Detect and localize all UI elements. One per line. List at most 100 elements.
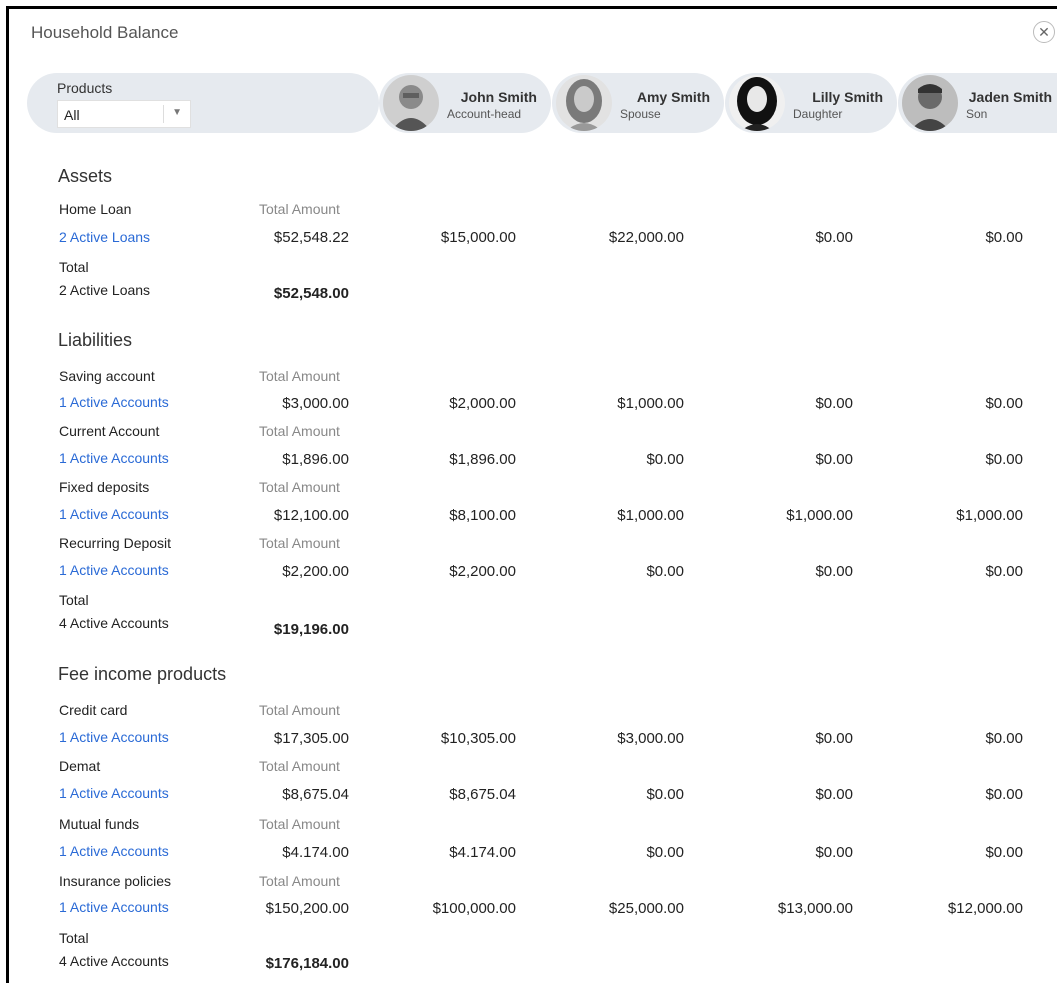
total-amount-value: $4.174.00 xyxy=(282,844,349,861)
member-amount: $0.00 xyxy=(985,786,1023,803)
total-amount-value: $17,305.00 xyxy=(273,730,349,747)
member-amount: $8,675.04 xyxy=(449,786,516,803)
member-amount: $13,000.00 xyxy=(777,900,853,917)
household-balance-dialog: Household Balance ✕ Products All ▼ John … xyxy=(6,6,1057,983)
member-amount: $0.00 xyxy=(815,844,853,861)
member-amount: $0.00 xyxy=(815,395,853,412)
avatar xyxy=(729,75,785,131)
member-amount: $0.00 xyxy=(815,229,853,246)
member-amy-smith[interactable]: Amy Smith Spouse xyxy=(552,73,724,133)
member-amount: $0.00 xyxy=(815,451,853,468)
total-amount-label: Total Amount xyxy=(259,201,340,217)
total-amount-value: $52,548.22 xyxy=(273,229,349,246)
member-amount: $100,000.00 xyxy=(432,900,516,917)
member-role: Spouse xyxy=(620,107,661,121)
member-amount: $10,305.00 xyxy=(440,730,516,747)
member-amount: $1,896.00 xyxy=(449,451,516,468)
member-amount: $3,000.00 xyxy=(617,730,684,747)
member-amount: $0.00 xyxy=(985,563,1023,580)
products-select-value: All xyxy=(64,107,80,123)
total-count: 4 Active Accounts xyxy=(59,953,169,969)
products-filter: Products All ▼ xyxy=(27,73,379,133)
active-accounts-link[interactable]: 1 Active Accounts xyxy=(59,785,169,801)
member-amount: $0.00 xyxy=(815,786,853,803)
total-amount-label: Total Amount xyxy=(259,535,340,551)
total-amount-label: Total Amount xyxy=(259,423,340,439)
member-amount: $15,000.00 xyxy=(440,229,516,246)
section-title-fee-income-products: Fee income products xyxy=(58,664,227,684)
member-name: Jaden Smith xyxy=(968,89,1052,105)
member-name: Amy Smith xyxy=(636,89,710,105)
total-amount-label: Total Amount xyxy=(259,873,340,889)
total-amount-value: $12,100.00 xyxy=(273,507,349,524)
chevron-down-icon[interactable]: ▼ xyxy=(172,107,182,118)
active-accounts-link[interactable]: 1 Active Accounts xyxy=(59,729,169,745)
active-accounts-link[interactable]: 1 Active Accounts xyxy=(59,506,169,522)
member-amount: $1,000.00 xyxy=(617,507,684,524)
active-accounts-link[interactable]: 1 Active Accounts xyxy=(59,450,169,466)
product-label: Recurring Deposit xyxy=(59,535,172,551)
total-amount-value: $8,675.04 xyxy=(282,786,349,803)
member-amount: $0.00 xyxy=(646,451,684,468)
member-amount: $0.00 xyxy=(646,563,684,580)
member-amount: $0.00 xyxy=(985,229,1023,246)
product-label: Current Account xyxy=(59,423,160,439)
total-amount-label: Total Amount xyxy=(259,702,340,718)
member-amount: $22,000.00 xyxy=(608,229,684,246)
section-total-value: $19,196.00 xyxy=(273,621,349,638)
total-count: 4 Active Accounts xyxy=(59,615,169,631)
select-divider xyxy=(163,105,164,123)
avatar xyxy=(902,75,958,131)
member-amount: $8,100.00 xyxy=(449,507,516,524)
member-amount: $0.00 xyxy=(646,786,684,803)
member-amount: $25,000.00 xyxy=(608,900,684,917)
products-select[interactable]: All ▼ xyxy=(57,100,191,128)
total-label: Total xyxy=(59,259,89,275)
member-amount: $4.174.00 xyxy=(449,844,516,861)
member-name: John Smith xyxy=(460,89,537,105)
products-label: Products xyxy=(57,80,113,96)
member-name: Lilly Smith xyxy=(812,89,883,105)
total-amount-value: $2,200.00 xyxy=(282,563,349,580)
member-amount: $1,000.00 xyxy=(956,507,1023,524)
total-count: 2 Active Loans xyxy=(59,282,151,298)
member-amount: $0.00 xyxy=(815,730,853,747)
active-accounts-link[interactable]: 1 Active Accounts xyxy=(59,394,169,410)
active-accounts-link[interactable]: 2 Active Loans xyxy=(59,229,150,245)
member-role: Son xyxy=(966,107,988,121)
member-amount: $2,200.00 xyxy=(449,563,516,580)
total-amount-value: $1,896.00 xyxy=(282,451,349,468)
total-amount-value: $150,200.00 xyxy=(265,900,349,917)
avatar xyxy=(556,75,612,131)
member-role: Account-head xyxy=(447,107,522,121)
member-amount: $1,000.00 xyxy=(617,395,684,412)
member-lilly-smith[interactable]: Lilly Smith Daughter xyxy=(725,73,897,133)
member-amount: $2,000.00 xyxy=(449,395,516,412)
member-amount: $12,000.00 xyxy=(947,900,1023,917)
active-accounts-link[interactable]: 1 Active Accounts xyxy=(59,899,169,915)
product-label: Insurance policies xyxy=(59,873,172,889)
total-amount-label: Total Amount xyxy=(259,816,340,832)
total-amount-label: Total Amount xyxy=(259,758,340,774)
product-label: Home Loan xyxy=(59,201,132,217)
member-amount: $0.00 xyxy=(815,563,853,580)
total-label: Total xyxy=(59,930,89,946)
section-title-liabilities: Liabilities xyxy=(58,330,133,350)
close-icon[interactable]: ✕ xyxy=(1033,21,1055,43)
member-amount: $1,000.00 xyxy=(786,507,853,524)
product-label: Saving account xyxy=(59,368,155,384)
member-jaden-smith[interactable]: Jaden Smith Son xyxy=(898,73,1057,133)
member-amount: $0.00 xyxy=(646,844,684,861)
section-total-value: $176,184.00 xyxy=(265,955,349,972)
member-john-smith[interactable]: John Smith Account-head xyxy=(379,73,551,133)
product-label: Mutual funds xyxy=(59,816,140,832)
dialog-title: Household Balance xyxy=(31,23,179,42)
active-accounts-link[interactable]: 1 Active Accounts xyxy=(59,843,169,859)
section-title-assets: Assets xyxy=(58,166,113,186)
avatar xyxy=(383,75,439,131)
member-role: Daughter xyxy=(793,107,843,121)
member-amount: $0.00 xyxy=(985,451,1023,468)
member-amount: $0.00 xyxy=(985,844,1023,861)
active-accounts-link[interactable]: 1 Active Accounts xyxy=(59,562,169,578)
product-label: Demat xyxy=(59,758,101,774)
